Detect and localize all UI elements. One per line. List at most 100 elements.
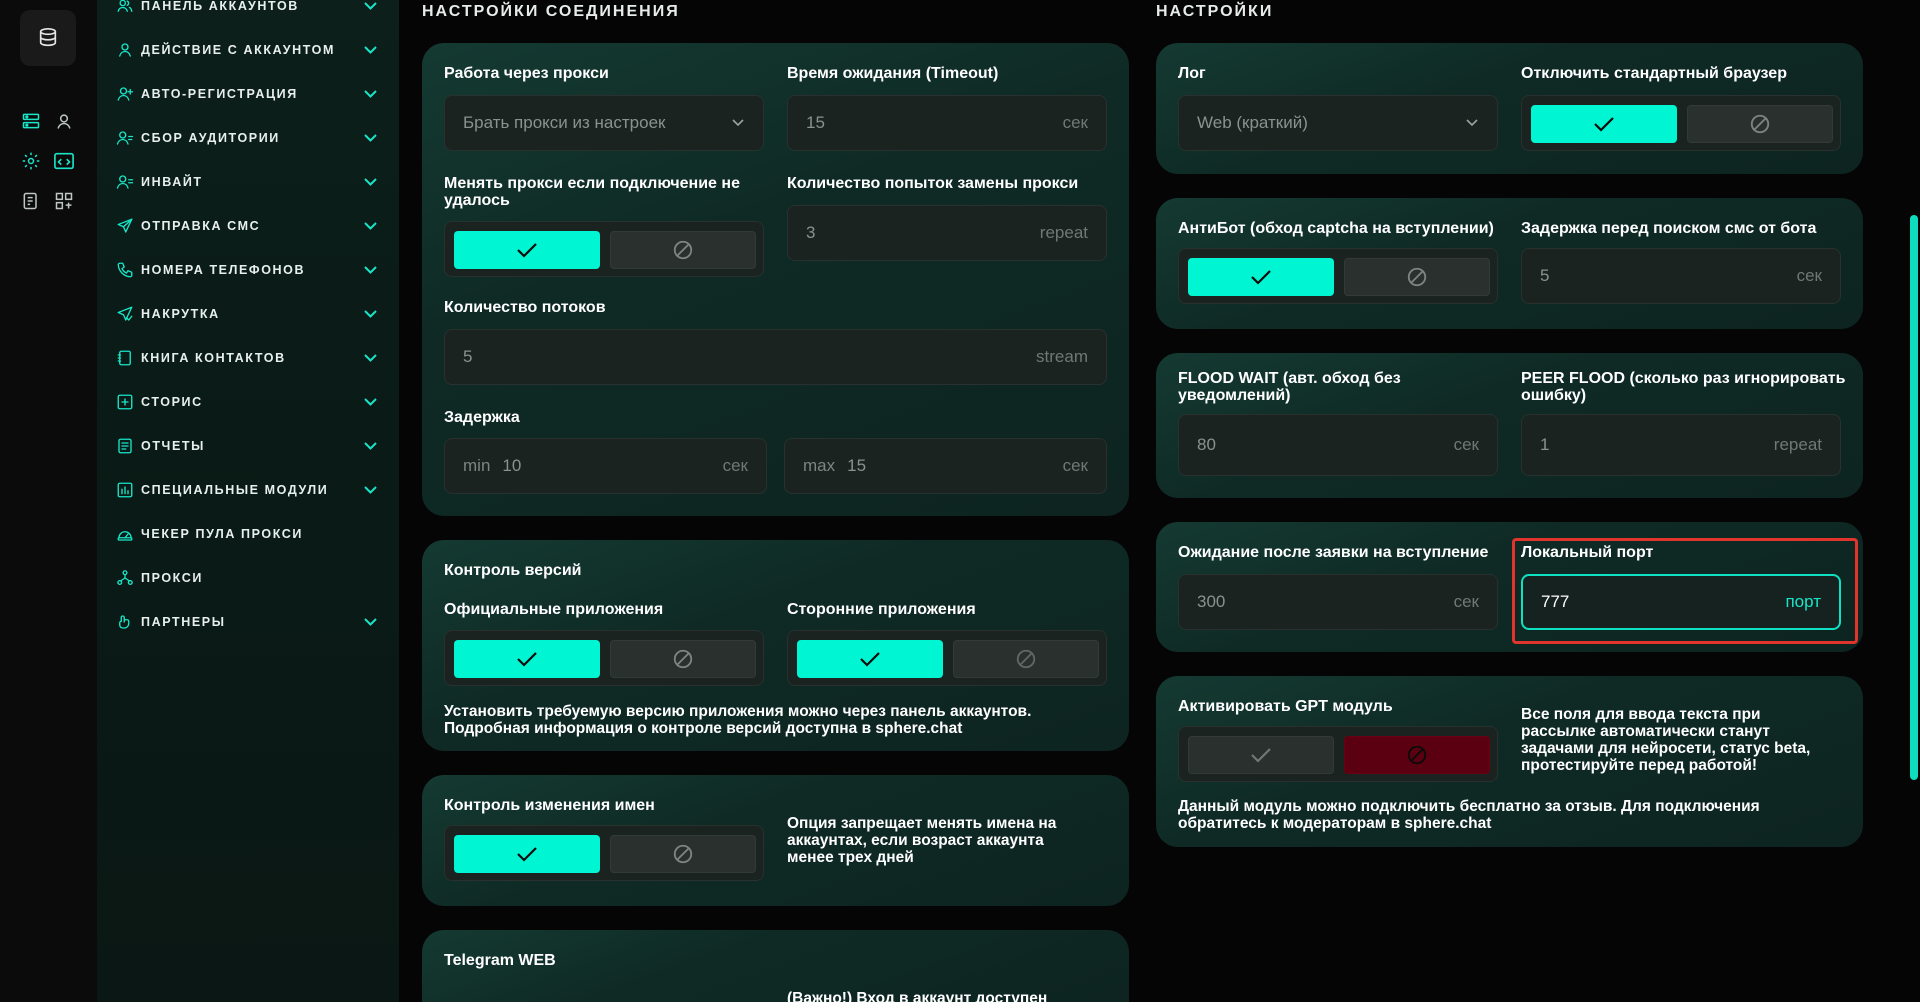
browser-enable-button[interactable] — [1531, 105, 1677, 143]
delay-min-value: 10 — [502, 456, 522, 475]
scrollbar-track[interactable] — [1908, 0, 1920, 1002]
timeout-value: 15 — [806, 113, 825, 132]
telegram-web-card: Telegram WEB (Важно!) Вход в аккаунт дос… — [422, 930, 1129, 1002]
chevron-down-icon[interactable] — [362, 262, 378, 278]
sidebar-item[interactable]: СПЕЦИАЛЬНЫЕ МОДУЛИ — [115, 478, 378, 502]
boost-icon — [115, 304, 135, 324]
log-select[interactable]: Web (краткий) — [1178, 95, 1498, 151]
chevron-down-icon[interactable] — [362, 42, 378, 58]
check-icon — [860, 652, 880, 667]
ban-icon — [1407, 745, 1427, 765]
delay-max-input[interactable]: max 15 сек — [784, 438, 1107, 494]
official-apps-disable-button[interactable] — [610, 640, 756, 678]
chevron-down-icon[interactable] — [362, 482, 378, 498]
threads-value: 5 — [463, 347, 473, 366]
gpt-note-line: задачами для нейросети, статус beta, — [1521, 740, 1811, 757]
chevron-down-icon[interactable] — [362, 218, 378, 234]
change-proxy-disable-button[interactable] — [610, 231, 756, 269]
gpt-enable-button[interactable] — [1188, 736, 1334, 774]
names-note-line: аккаунтах, если возраст аккаунта — [787, 832, 1044, 849]
gauge-icon — [115, 524, 135, 544]
chevron-down-icon[interactable] — [362, 614, 378, 630]
gpt-disable-button[interactable] — [1344, 736, 1490, 774]
sidebar-item[interactable]: СБОР АУДИТОРИИ — [115, 126, 378, 150]
antibot-enable-button[interactable] — [1188, 258, 1334, 296]
sidebar-item[interactable]: ПРОКСИ — [115, 566, 378, 590]
antibot-toggle — [1178, 248, 1498, 304]
versions-note: Установить требуемую версию приложения м… — [444, 703, 1031, 737]
check-icon — [517, 652, 537, 667]
chevron-down-icon[interactable] — [362, 350, 378, 366]
sidebar-item[interactable]: ОТЧЕТЫ — [115, 434, 378, 458]
sidebar-item[interactable]: ДЕЙСТВИЕ С АККАУНТОМ — [115, 38, 378, 62]
sidebar-item[interactable]: НАКРУТКА — [115, 302, 378, 326]
chevron-down-icon[interactable] — [362, 0, 378, 14]
chevron-down-icon[interactable] — [362, 394, 378, 410]
names-disable-button[interactable] — [610, 835, 756, 873]
sms-delay-input[interactable]: 5 сек — [1521, 248, 1841, 304]
code-window-icon[interactable] — [53, 150, 75, 172]
sidebar-item[interactable]: СТОРИС — [115, 390, 378, 414]
peer-flood-input[interactable]: 1 repeat — [1521, 414, 1841, 476]
chevron-down-icon[interactable] — [362, 174, 378, 190]
chevron-down-icon[interactable] — [362, 130, 378, 146]
threads-input[interactable]: 5 stream — [444, 329, 1107, 385]
flood-label-line: уведомлений) — [1178, 387, 1291, 404]
sidebar-item[interactable]: АВТО-РЕГИСТРАЦИЯ — [115, 82, 378, 106]
database-icon[interactable] — [20, 10, 76, 66]
thirdparty-apps-label: Сторонние приложения — [787, 601, 976, 618]
names-enable-button[interactable] — [454, 835, 600, 873]
flood-label: FLOOD WAIT (авт. обход без уведомлений) — [1178, 370, 1401, 404]
gpt-label: Активировать GPT модуль — [1178, 698, 1393, 715]
peer-flood-value: 1 — [1540, 435, 1550, 454]
sidebar-item-label: АВТО-РЕГИСТРАЦИЯ — [141, 87, 298, 101]
sidebar-item-label: ЧЕКЕР ПУЛА ПРОКСИ — [141, 527, 304, 541]
chevron-down-icon[interactable] — [362, 438, 378, 454]
sidebar-item-label: НОМЕРА ТЕЛЕФОНОВ — [141, 263, 306, 277]
icon-rail — [0, 0, 97, 1002]
names-note: Опция запрещает менять имена на аккаунта… — [787, 815, 1056, 866]
report-icon — [115, 436, 135, 456]
grid-edit-icon[interactable] — [53, 190, 75, 212]
ban-icon — [673, 240, 693, 260]
names-title: Контроль изменения имен — [444, 797, 655, 814]
sidebar-item[interactable]: ИНВАЙТ — [115, 170, 378, 194]
peer-flood-label-line: PEER FLOOD (сколько раз игнорировать — [1521, 370, 1846, 387]
sidebar-item[interactable]: ЧЕКЕР ПУЛА ПРОКСИ — [115, 522, 378, 546]
ban-icon — [673, 844, 693, 864]
phone-icon — [115, 260, 135, 280]
sidebar-item[interactable]: ПАНЕЛЬ АККАУНТОВ — [115, 0, 378, 18]
sidebar-item[interactable]: НОМЕРА ТЕЛЕФОНОВ — [115, 258, 378, 282]
chevron-down-icon[interactable] — [362, 306, 378, 322]
connection-card: Работа через прокси Брать прокси из наст… — [422, 43, 1129, 516]
chevron-down-icon[interactable] — [362, 86, 378, 102]
thirdparty-apps-disable-button[interactable] — [953, 640, 1099, 678]
antibot-disable-button[interactable] — [1344, 258, 1490, 296]
sidebar-item[interactable]: КНИГА КОНТАКТОВ — [115, 346, 378, 370]
thirdparty-apps-enable-button[interactable] — [797, 640, 943, 678]
change-proxy-enable-button[interactable] — [454, 231, 600, 269]
sidebar-item[interactable]: ОТПРАВКА СМС — [115, 214, 378, 238]
profile-pin-icon[interactable] — [53, 110, 75, 132]
sidebar-item[interactable]: ПАРТНЕРЫ — [115, 610, 378, 634]
sidebar-item-label: ПАРТНЕРЫ — [141, 615, 226, 629]
proxy-select[interactable]: Брать прокси из настроек — [444, 95, 764, 151]
change-proxy-label: Менять прокси если подключение не удалос… — [444, 175, 740, 209]
wait-input[interactable]: 300 сек — [1178, 574, 1498, 630]
scrollbar-thumb[interactable] — [1910, 215, 1918, 780]
network-icon — [115, 568, 135, 588]
task-list-icon[interactable] — [20, 190, 42, 212]
attempts-input[interactable]: 3 repeat — [787, 205, 1107, 261]
official-apps-enable-button[interactable] — [454, 640, 600, 678]
browser-disable-button[interactable] — [1687, 105, 1833, 143]
attempts-unit: repeat — [1039, 223, 1088, 242]
flood-wait-input[interactable]: 80 сек — [1178, 414, 1498, 476]
check-icon — [517, 243, 537, 258]
delay-min-input[interactable]: min 10 сек — [444, 438, 767, 494]
timeout-input[interactable]: 15 сек — [787, 95, 1107, 151]
server-list-icon[interactable] — [20, 110, 42, 132]
check-icon — [1251, 270, 1271, 285]
sidebar-item-label: ОТПРАВКА СМС — [141, 219, 261, 233]
delay-max-value: 15 — [847, 456, 867, 475]
gear-icon[interactable] — [20, 150, 42, 172]
